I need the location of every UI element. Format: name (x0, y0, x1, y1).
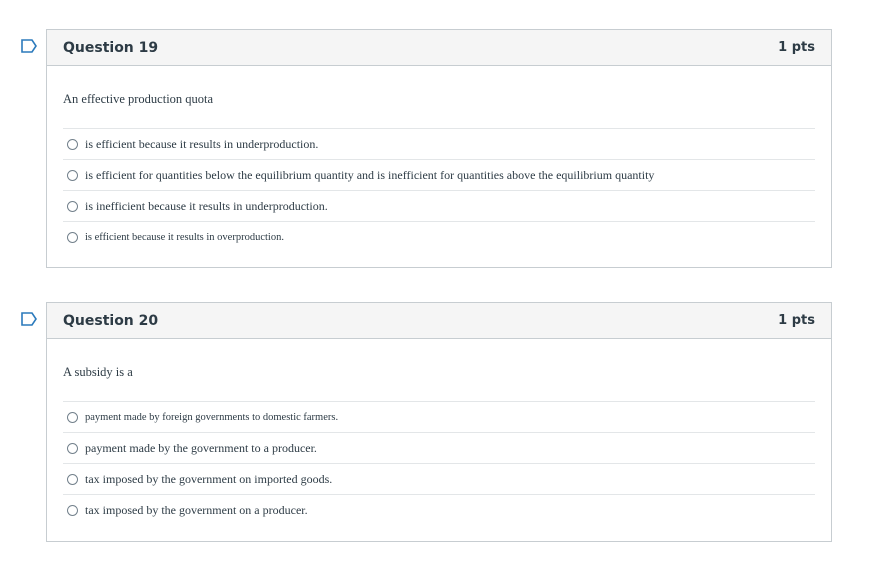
question-points: 1 pts (778, 40, 815, 55)
question-header: Question 20 1 pts (47, 303, 831, 339)
answer-label: is inefficient because it results in und… (85, 198, 328, 213)
question-19: Question 19 1 pts An effective productio… (21, 29, 832, 268)
answer-option[interactable]: payment made by foreign governments to d… (63, 401, 815, 432)
flag-question-icon[interactable] (21, 312, 37, 326)
question-title: Question 20 (63, 312, 159, 329)
answer-label: tax imposed by the government on importe… (85, 471, 333, 486)
answer-list: payment made by foreign governments to d… (63, 401, 815, 525)
question-prompt: A subsidy is a (63, 365, 133, 379)
answer-option[interactable]: payment made by the government to a prod… (63, 432, 815, 463)
flag-question-icon[interactable] (21, 39, 37, 53)
answer-option[interactable]: tax imposed by the government on a produ… (63, 494, 815, 525)
answer-label: payment made by foreign governments to d… (85, 411, 339, 423)
radio-button-icon[interactable] (67, 473, 78, 485)
radio-button-icon[interactable] (67, 231, 78, 243)
answer-label: tax imposed by the government on a produ… (85, 502, 308, 517)
radio-button-icon[interactable] (67, 504, 78, 516)
radio-button-icon[interactable] (67, 200, 78, 212)
answer-label: is efficient because it results in overp… (85, 231, 284, 243)
answer-label: is efficient because it results in under… (85, 136, 319, 151)
answer-label: is efficient for quantities below the eq… (85, 167, 655, 182)
question-header: Question 19 1 pts (47, 30, 831, 66)
radio-button-icon[interactable] (67, 169, 78, 181)
radio-button-icon[interactable] (67, 442, 78, 454)
radio-button-icon[interactable] (67, 411, 78, 423)
radio-button-icon[interactable] (67, 138, 78, 150)
question-20: Question 20 1 pts A subsidy is a payment… (21, 302, 832, 542)
question-points: 1 pts (778, 313, 815, 328)
answer-option[interactable]: is inefficient because it results in und… (63, 190, 815, 221)
answer-option[interactable]: is efficient because it results in overp… (63, 221, 815, 252)
answer-option[interactable]: is efficient for quantities below the eq… (63, 159, 815, 190)
question-prompt: An effective production quota (63, 92, 214, 106)
answer-option[interactable]: is efficient because it results in under… (63, 128, 815, 159)
answer-list: is efficient because it results in under… (63, 128, 815, 252)
answer-label: payment made by the government to a prod… (85, 440, 317, 455)
question-title: Question 19 (63, 39, 159, 56)
answer-option[interactable]: tax imposed by the government on importe… (63, 463, 815, 494)
